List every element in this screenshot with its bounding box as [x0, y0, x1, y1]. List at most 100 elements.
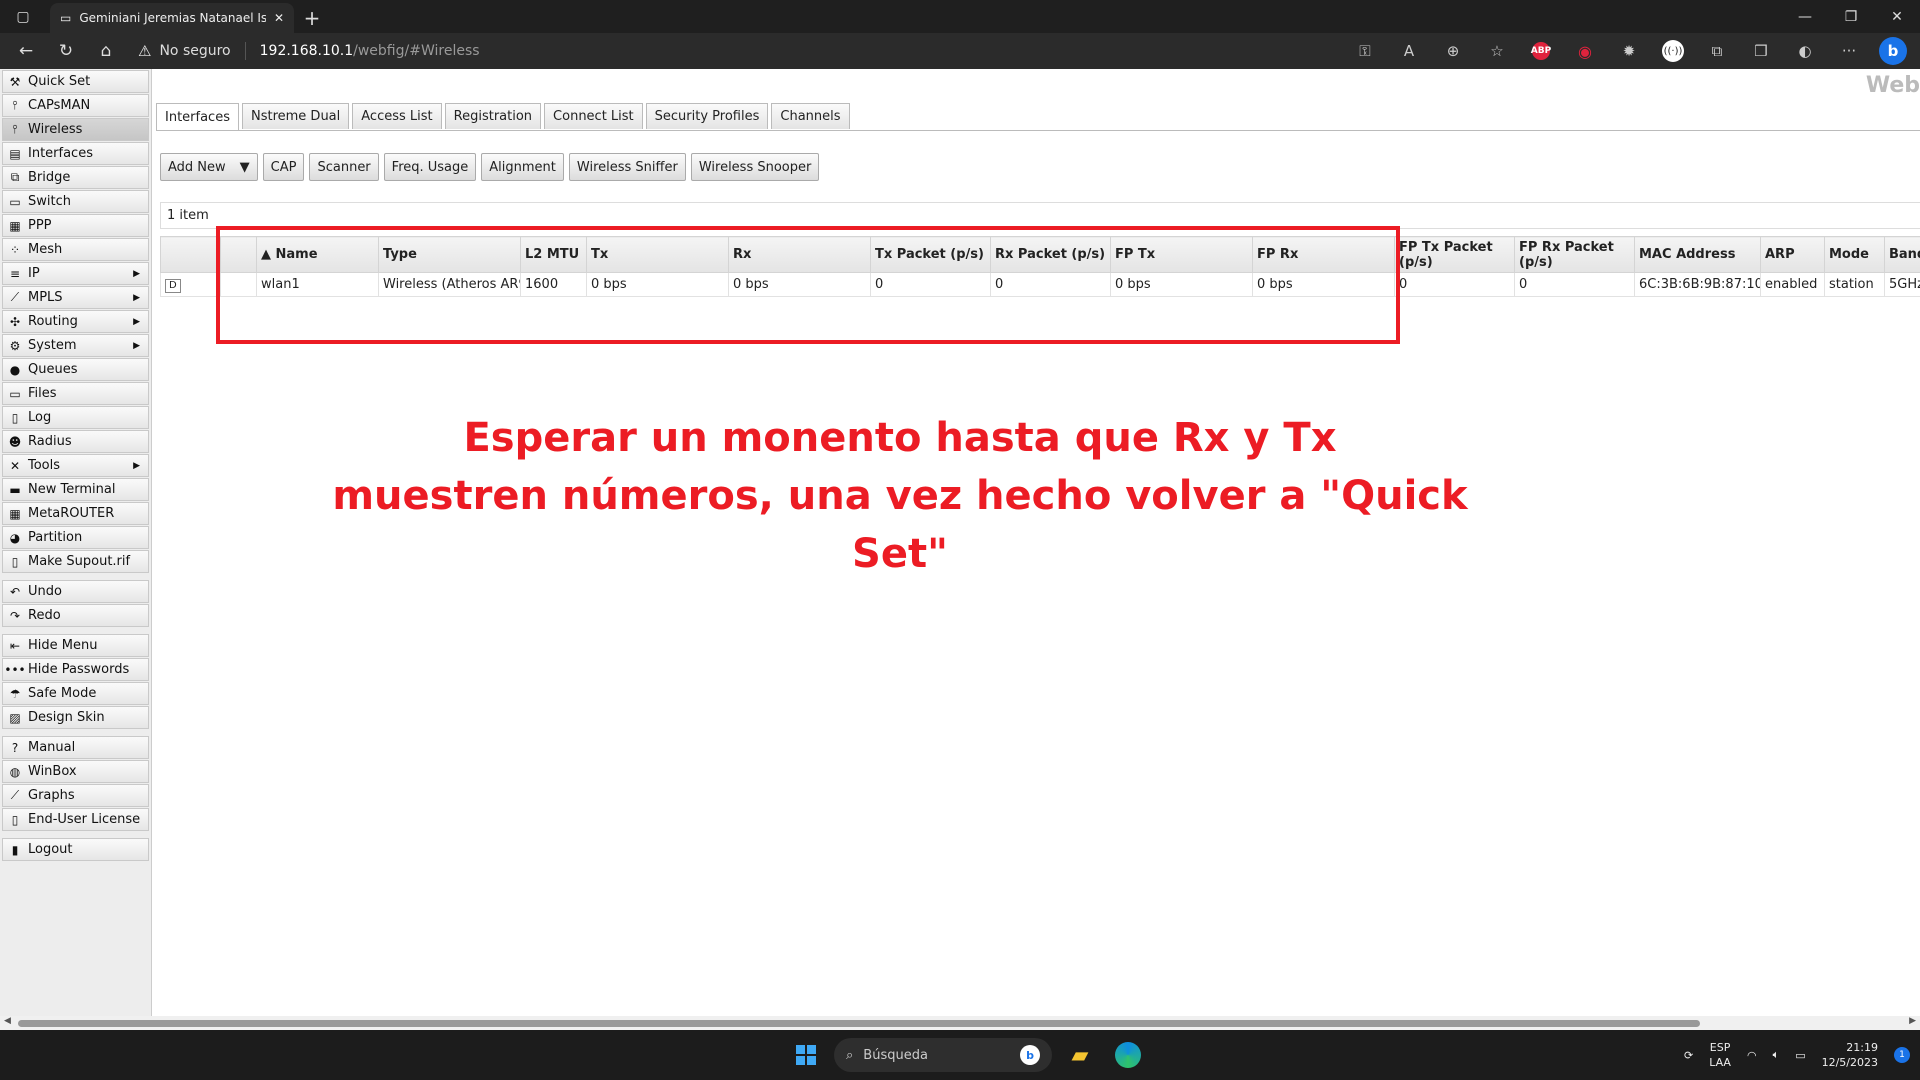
tab-interfaces[interactable]: Interfaces	[156, 103, 239, 131]
tab-channels[interactable]: Channels	[771, 103, 850, 129]
profile-avatar[interactable]: ◐	[1786, 36, 1824, 66]
close-window-icon[interactable]: ✕	[1874, 0, 1920, 33]
wireless-snooper-button[interactable]: Wireless Snooper	[690, 153, 820, 181]
zoom-icon[interactable]: ⊕	[1434, 36, 1472, 66]
scanner-button[interactable]: Scanner	[309, 153, 379, 181]
wifi-icon[interactable]: ◠	[1747, 1049, 1757, 1062]
bing-icon[interactable]: b	[1874, 36, 1912, 66]
hide-menu-icon: ⇤	[9, 638, 21, 653]
sidebar-item-redo[interactable]: ↷ Redo	[2, 604, 149, 627]
add-new-button[interactable]: Add New ▼	[160, 153, 258, 181]
sidebar-item-mesh[interactable]: ⁘ Mesh	[2, 238, 149, 261]
sidebar-item-queues[interactable]: ● Queues	[2, 358, 149, 381]
reload-icon[interactable]: ↻	[48, 36, 84, 66]
sidebar-item-end-user-license[interactable]: ▯ End-User License	[2, 808, 149, 831]
column-header-fp-tx-packet-p-s[interactable]: FP Tx Packet (p/s)	[1394, 236, 1515, 273]
minimize-icon[interactable]: —	[1782, 0, 1828, 33]
column-header-blank-0[interactable]	[160, 236, 221, 273]
sidebar-item-quick-set[interactable]: ⚒ Quick Set	[2, 70, 149, 93]
sidebar-item-interfaces[interactable]: ▤ Interfaces	[2, 142, 149, 165]
sidebar-item-ppp[interactable]: ▦ PPP	[2, 214, 149, 237]
sidebar-item-make-supout-rif[interactable]: ▯ Make Supout.rif	[2, 550, 149, 573]
sidebar-item-files[interactable]: ▭ Files	[2, 382, 149, 405]
sidebar-item-label: Interfaces	[28, 146, 93, 161]
key-icon[interactable]: ⚿	[1346, 36, 1384, 66]
sidebar-item-switch[interactable]: ▭ Switch	[2, 190, 149, 213]
tab-nstreme-dual[interactable]: Nstreme Dual	[241, 103, 350, 129]
language-indicator[interactable]: ESP LAA	[1709, 1040, 1731, 1070]
sidebar-item-safe-mode[interactable]: ☂ Safe Mode	[2, 682, 149, 705]
dropdown-arrow-icon: ▼	[239, 159, 250, 175]
scroll-thumb[interactable]	[18, 1020, 1700, 1027]
edge-icon[interactable]	[1108, 1035, 1148, 1075]
sidebar-item-wireless[interactable]: ⫯ Wireless	[2, 118, 149, 141]
address-bar: ← ↻ ⌂ ⚠ No seguro 192.168.10.1/webfig/#W…	[0, 33, 1920, 69]
close-tab-icon[interactable]: ✕	[274, 11, 284, 25]
sidebar-item-manual[interactable]: ? Manual	[2, 736, 149, 759]
volume-icon[interactable]: 🔈︎	[1773, 1048, 1780, 1062]
highlight-box	[216, 226, 1400, 344]
sidebar-item-design-skin[interactable]: ▨ Design Skin	[2, 706, 149, 729]
sidebar-item-log[interactable]: ▯ Log	[2, 406, 149, 429]
favorite-icon[interactable]: ☆	[1478, 36, 1516, 66]
column-header-mac-address[interactable]: MAC Address	[1634, 236, 1761, 273]
scroll-right-icon[interactable]: ▶	[1909, 1016, 1916, 1026]
sidebar-item-logout[interactable]: ▮ Logout	[2, 838, 149, 861]
battery-icon[interactable]: ▭	[1795, 1049, 1805, 1062]
record-icon[interactable]: ◉	[1566, 36, 1604, 66]
sidebar-item-graphs[interactable]: ⟋ Graphs	[2, 784, 149, 807]
start-icon[interactable]	[786, 1035, 826, 1075]
column-header-arp[interactable]: ARP	[1760, 236, 1825, 273]
back-icon[interactable]: ←	[8, 36, 44, 66]
sidebar-item-bridge[interactable]: ⧉ Bridge	[2, 166, 149, 189]
read-aloud-icon[interactable]: A	[1390, 36, 1428, 66]
tab-access-list[interactable]: Access List	[352, 103, 442, 129]
column-header-fp-rx-packet-p-s[interactable]: FP Rx Packet (p/s)	[1514, 236, 1635, 273]
extension-round-icon[interactable]: ((·))	[1654, 36, 1692, 66]
sidebar-item-tools[interactable]: ✕ Tools ▶	[2, 454, 149, 477]
url-field[interactable]: ⚠ No seguro 192.168.10.1/webfig/#Wireles…	[138, 42, 480, 60]
notification-badge[interactable]: 1	[1894, 1047, 1910, 1063]
tab-security-profiles[interactable]: Security Profiles	[645, 103, 769, 129]
sidebar-item-system[interactable]: ⚙ System ▶	[2, 334, 149, 357]
extension-bug-icon[interactable]: ✹	[1610, 36, 1648, 66]
sidebar-item-routing[interactable]: ✣ Routing ▶	[2, 310, 149, 333]
file-explorer-icon[interactable]: ▰	[1060, 1035, 1100, 1075]
sidebar-item-hide-menu[interactable]: ⇤ Hide Menu	[2, 634, 149, 657]
bing-search-icon: b	[1020, 1045, 1040, 1065]
alignment-button[interactable]: Alignment	[481, 153, 564, 181]
extensions-icon[interactable]: ⧉	[1698, 36, 1736, 66]
sidebar-menu: ⚒ Quick Set ⫯ CAPsMAN ⫯ Wireless ▤ Interfaces ⧉ B…	[0, 69, 152, 1019]
home-icon[interactable]: ⌂	[88, 36, 124, 66]
sidebar-item-hide-passwords[interactable]: ••• Hide Passwords	[2, 658, 149, 681]
tab-actions-icon[interactable]: ▢	[0, 0, 46, 33]
restore-icon[interactable]: ❐	[1828, 0, 1874, 33]
sidebar-item-mpls[interactable]: ⟋ MPLS ▶	[2, 286, 149, 309]
sidebar-item-metarouter[interactable]: ▦ MetaROUTER	[2, 502, 149, 525]
tab-registration[interactable]: Registration	[444, 103, 542, 129]
more-options-icon[interactable]: ···	[1830, 36, 1868, 66]
sidebar-item-undo[interactable]: ↶ Undo	[2, 580, 149, 603]
collections-icon[interactable]: ❒	[1742, 36, 1780, 66]
sidebar-item-capsman[interactable]: ⫯ CAPsMAN	[2, 94, 149, 117]
wireless-sniffer-button[interactable]: Wireless Sniffer	[568, 153, 686, 181]
browser-tab[interactable]: ▭ Geminiani Jeremias Natanael Isa ✕	[50, 3, 294, 33]
sidebar-item-partition[interactable]: ◕ Partition	[2, 526, 149, 549]
graphs-icon: ⟋	[10, 788, 20, 802]
horizontal-scrollbar[interactable]: ◀ ▶	[0, 1016, 1920, 1030]
sidebar-item-new-terminal[interactable]: ▬ New Terminal	[2, 478, 149, 501]
update-icon[interactable]: ⟳	[1684, 1049, 1693, 1062]
sidebar-item-winbox[interactable]: ◍ WinBox	[2, 760, 149, 783]
column-header-band[interactable]: Band	[1884, 236, 1920, 273]
sidebar-item-radius[interactable]: ☻ Radius	[2, 430, 149, 453]
cap-button[interactable]: CAP	[262, 153, 305, 181]
taskbar-search[interactable]: ⌕ Búsqueda b	[834, 1038, 1052, 1072]
freq-usage-button[interactable]: Freq. Usage	[383, 153, 477, 181]
column-header-mode[interactable]: Mode	[1824, 236, 1885, 273]
adblock-icon[interactable]: ABP	[1522, 36, 1560, 66]
scroll-left-icon[interactable]: ◀	[4, 1016, 11, 1026]
sidebar-item-ip[interactable]: ≡ IP ▶	[2, 262, 149, 285]
new-tab-button[interactable]: +	[294, 3, 330, 33]
tab-connect-list[interactable]: Connect List	[544, 103, 643, 129]
clock[interactable]: 21:19 12/5/2023	[1822, 1040, 1878, 1070]
